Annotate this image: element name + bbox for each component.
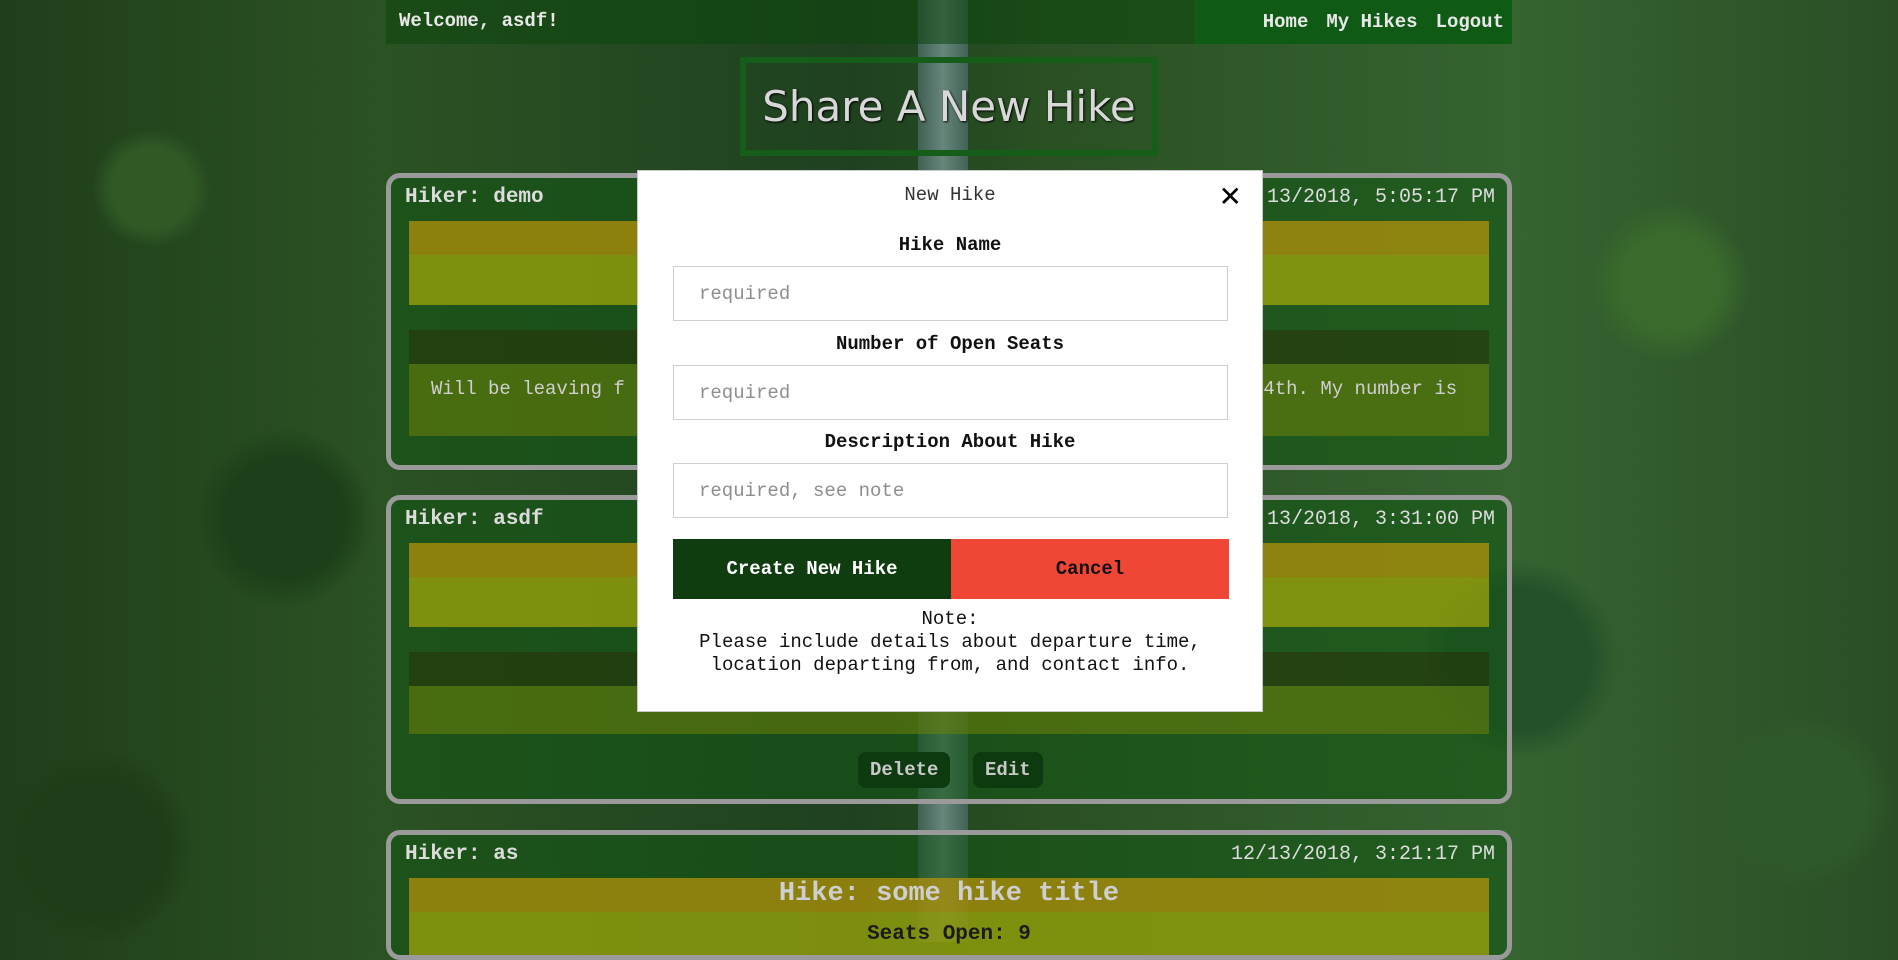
- nav-bar: Home My Hikes Logout: [1194, 0, 1512, 44]
- hike-name-label: Hike Name: [898, 234, 1002, 256]
- nav-my-hikes-link[interactable]: My Hikes: [1326, 11, 1417, 33]
- delete-button[interactable]: Delete: [858, 752, 951, 788]
- note-line-1: Please include details about departure t…: [699, 631, 1201, 653]
- post-timestamp: 12/13/2018, 3:21:17 PM: [1230, 843, 1495, 866]
- open-seats-input[interactable]: [673, 365, 1228, 420]
- nav-logout-link[interactable]: Logout: [1436, 11, 1504, 33]
- post-timestamp: 13/2018, 5:05:17 PM: [1266, 186, 1495, 209]
- new-hike-modal: New Hike ✕ Hike Name Number of Open Seat…: [637, 170, 1263, 712]
- modal-title: New Hike: [904, 184, 996, 206]
- seats-open: Seats Open: 9: [867, 923, 1031, 946]
- hike-card: Hiker: as 12/13/2018, 3:21:17 PM Hike: s…: [386, 830, 1512, 960]
- hiker-name: Hiker: as: [405, 843, 519, 866]
- close-icon[interactable]: ✕: [1219, 180, 1242, 213]
- note-heading: Note:: [921, 608, 979, 630]
- share-new-hike-button[interactable]: Share A New Hike: [740, 57, 1158, 156]
- description-input[interactable]: [673, 463, 1228, 518]
- edit-button[interactable]: Edit: [973, 752, 1043, 788]
- note-text: Note: Please include details about depar…: [638, 608, 1262, 677]
- description-label: Description About Hike: [824, 431, 1076, 453]
- welcome-text: Welcome, asdf!: [399, 10, 559, 32]
- open-seats-label: Number of Open Seats: [835, 333, 1065, 355]
- hike-name-input[interactable]: [673, 266, 1228, 321]
- note-line-2: location departing from, and contact inf…: [710, 654, 1190, 676]
- hike-title: Hike: some hike title: [778, 879, 1120, 909]
- hiker-name: Hiker: asdf: [405, 508, 544, 531]
- post-timestamp: 13/2018, 3:31:00 PM: [1266, 508, 1495, 531]
- create-new-hike-button[interactable]: Create New Hike: [673, 539, 951, 599]
- nav-home-link[interactable]: Home: [1263, 11, 1309, 33]
- hiker-name: Hiker: demo: [405, 186, 544, 209]
- cancel-button[interactable]: Cancel: [951, 539, 1229, 599]
